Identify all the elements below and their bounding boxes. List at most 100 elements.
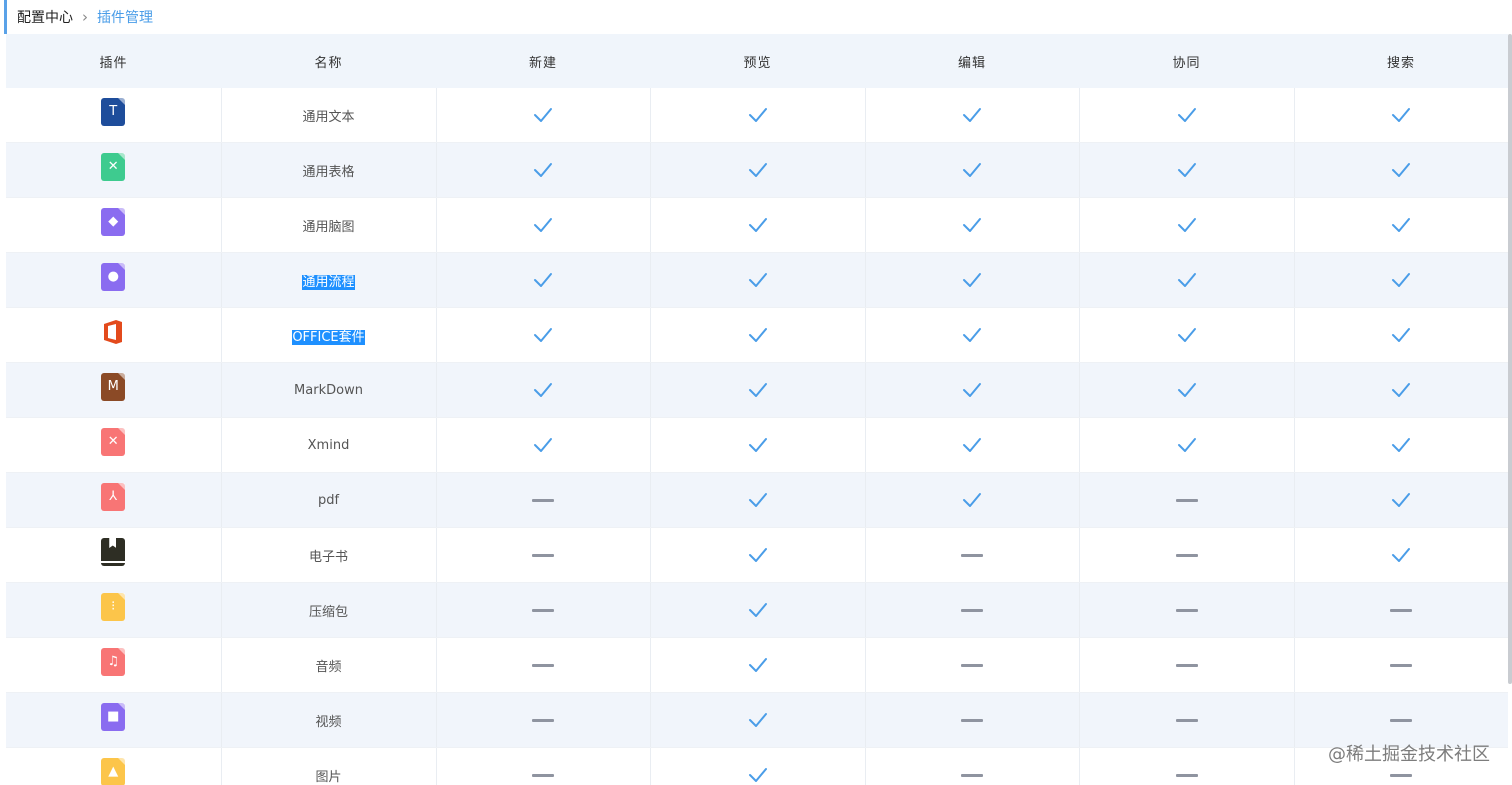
plugin-icon-cell: ⅄: [6, 472, 222, 528]
flowchart-icon: ●: [101, 263, 126, 291]
check-icon: [748, 328, 767, 342]
plugin-icon-cell: T: [6, 88, 222, 143]
plugin-icon-cell: ⁝: [6, 582, 222, 638]
unsupported-dash-icon: [961, 663, 983, 667]
feature-cell-create: [436, 692, 651, 748]
feature-cell-search: [1294, 252, 1508, 308]
feature-cell-edit: [865, 582, 1080, 638]
feature-cell-collaborate: [1079, 88, 1295, 143]
check-icon: [1177, 108, 1196, 122]
feature-cell-collaborate: [1079, 142, 1295, 198]
markdown-icon: M: [101, 373, 126, 401]
plugin-name-cell: 通用流程: [221, 252, 437, 308]
unsupported-dash-icon: [1390, 663, 1413, 667]
plugin-name-cell: OFFICE套件: [221, 307, 437, 363]
unsupported-dash-icon: [1175, 718, 1198, 722]
feature-cell-preview: [650, 307, 866, 363]
check-icon: [534, 163, 552, 177]
unsupported-dash-icon: [1390, 773, 1413, 777]
column-header-preview: 预览: [650, 34, 865, 88]
feature-cell-create: [436, 197, 651, 253]
plugin-name: 图片: [315, 769, 342, 785]
unsupported-dash-icon: [532, 718, 554, 722]
plugin-table-container: 插件 名称 新建 预览 编辑 协同 搜索 T 通用文本 ✕ 通用表格 ◆ 通用脑图 ● 通用流…: [6, 34, 1508, 785]
feature-cell-edit: [865, 637, 1080, 693]
table-row: ◆ 通用脑图: [6, 197, 1508, 253]
ebook-icon: [101, 538, 126, 566]
feature-cell-search: [1294, 637, 1508, 693]
plugin-name: 压缩包: [308, 604, 348, 620]
feature-cell-collaborate: [1079, 362, 1295, 418]
plugin-icon-cell: [6, 307, 222, 363]
check-icon: [748, 438, 767, 452]
vertical-scrollbar[interactable]: [1508, 34, 1512, 684]
table-row: ▲ 图片: [6, 747, 1508, 785]
unsupported-dash-icon: [961, 718, 983, 722]
feature-cell-preview: [650, 637, 866, 693]
feature-cell-create: [436, 472, 651, 528]
plugin-name-cell: 通用表格: [221, 142, 437, 198]
unsupported-dash-icon: [532, 663, 554, 667]
feature-cell-edit: [865, 362, 1080, 418]
plugin-name: 通用表格: [302, 164, 355, 180]
check-icon: [748, 548, 767, 562]
feature-cell-create: [436, 637, 651, 693]
table-header-row: 插件 名称 新建 预览 编辑 协同 搜索: [6, 34, 1508, 88]
check-icon: [534, 108, 552, 122]
check-icon: [1177, 218, 1196, 232]
zip-icon: ⁝: [101, 593, 126, 621]
unsupported-dash-icon: [532, 608, 554, 612]
plugin-name: 通用文本: [302, 109, 355, 125]
check-icon: [748, 713, 767, 727]
feature-cell-edit: [865, 252, 1080, 308]
feature-cell-preview: [650, 747, 866, 785]
unsupported-dash-icon: [1175, 608, 1198, 612]
plugin-name: 通用脑图: [302, 219, 355, 235]
feature-cell-preview: [650, 527, 866, 583]
check-icon: [534, 273, 552, 287]
watermark: @稀土掘金技术社区: [1328, 744, 1490, 765]
check-icon: [748, 273, 767, 287]
plugin-name-cell: 音频: [221, 637, 437, 693]
plugin-name: Xmind: [307, 437, 350, 453]
plugin-icon-cell: ✕: [6, 142, 222, 198]
check-icon: [963, 108, 981, 122]
column-header-edit: 编辑: [865, 34, 1079, 88]
check-icon: [1177, 163, 1196, 177]
unsupported-dash-icon: [1175, 553, 1198, 557]
table-row: T 通用文本: [6, 88, 1508, 143]
feature-cell-create: [436, 142, 651, 198]
unsupported-dash-icon: [532, 498, 554, 502]
table-row: ■ 视频: [6, 692, 1508, 748]
check-icon: [1392, 493, 1411, 507]
image-icon: ▲: [101, 758, 126, 785]
feature-cell-collaborate: [1079, 692, 1295, 748]
feature-cell-collaborate: [1079, 527, 1295, 583]
plugin-name: 通用流程: [302, 274, 355, 290]
feature-cell-search: [1294, 307, 1508, 363]
plugin-icon-cell: [6, 527, 222, 583]
unsupported-dash-icon: [1175, 773, 1198, 777]
check-icon: [1392, 163, 1411, 177]
text-doc-icon: T: [101, 98, 126, 126]
table-row: ⁝ 压缩包: [6, 582, 1508, 638]
plugin-name-cell: 通用文本: [221, 88, 437, 143]
column-header-name: 名称: [221, 34, 436, 88]
feature-cell-search: [1294, 142, 1508, 198]
plugin-name-cell: 通用脑图: [221, 197, 437, 253]
check-icon: [1392, 548, 1411, 562]
feature-cell-preview: [650, 472, 866, 528]
feature-cell-preview: [650, 197, 866, 253]
column-header-plugin: 插件: [6, 34, 221, 88]
xmind-icon: ✕: [101, 428, 126, 456]
plugin-name: 电子书: [308, 549, 348, 565]
feature-cell-search: [1294, 417, 1508, 473]
plugin-name-cell: 压缩包: [221, 582, 437, 638]
feature-cell-preview: [650, 362, 866, 418]
feature-cell-collaborate: [1079, 582, 1295, 638]
check-icon: [748, 658, 767, 672]
feature-cell-create: [436, 747, 651, 785]
breadcrumb-root[interactable]: 配置中心: [17, 7, 73, 27]
table-row: M MarkDown: [6, 362, 1508, 418]
unsupported-dash-icon: [961, 773, 983, 777]
